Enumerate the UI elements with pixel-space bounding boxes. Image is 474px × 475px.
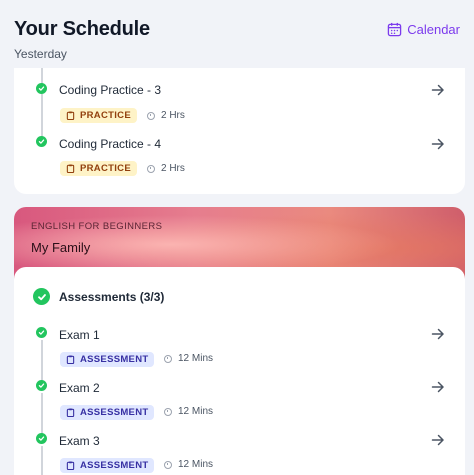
check-icon bbox=[36, 83, 47, 94]
duration-value: 12 Mins bbox=[178, 406, 214, 417]
clipboard-icon bbox=[66, 111, 75, 120]
assessment-badge: ASSESSMENT bbox=[60, 458, 155, 473]
page-title: Your Schedule bbox=[14, 17, 150, 40]
timeline-line bbox=[41, 446, 43, 475]
timeline-line bbox=[41, 393, 43, 435]
clock-icon bbox=[147, 164, 155, 173]
clipboard-icon bbox=[66, 461, 75, 470]
badge-label: ASSESSMENT bbox=[80, 354, 149, 365]
practice-badge: PRACTICE bbox=[60, 161, 137, 176]
clock-icon bbox=[164, 407, 172, 416]
practice-card: Coding Practice - 3 PRACTICE 2 Hrs Codin… bbox=[14, 68, 465, 194]
arrow-right-icon[interactable] bbox=[431, 380, 445, 394]
lesson-title: My Family bbox=[31, 240, 91, 255]
clock-icon bbox=[164, 354, 172, 363]
assessment-badge: ASSESSMENT bbox=[60, 352, 155, 367]
arrow-right-icon[interactable] bbox=[431, 137, 445, 151]
clipboard-icon bbox=[66, 164, 75, 173]
badge-label: PRACTICE bbox=[80, 110, 131, 121]
check-icon bbox=[33, 288, 50, 305]
duration: 2 Hrs bbox=[147, 110, 185, 121]
duration: 12 Mins bbox=[164, 353, 213, 364]
item-title: Coding Practice - 4 bbox=[59, 137, 162, 151]
clock-icon bbox=[164, 460, 172, 469]
duration: 12 Mins bbox=[164, 459, 213, 470]
item-title: Exam 1 bbox=[59, 328, 100, 342]
header: Your Schedule Calendar bbox=[14, 14, 460, 44]
day-label: Yesterday bbox=[14, 47, 67, 61]
calendar-link[interactable]: Calendar bbox=[387, 22, 460, 37]
course-card: ENGLISH FOR BEGINNERS My Family Assessme… bbox=[14, 207, 465, 475]
practice-badge: PRACTICE bbox=[60, 108, 137, 123]
item-title: Exam 2 bbox=[59, 381, 100, 395]
calendar-icon bbox=[387, 22, 402, 36]
duration-value: 2 Hrs bbox=[161, 163, 185, 174]
arrow-right-icon[interactable] bbox=[431, 83, 445, 97]
badge-label: ASSESSMENT bbox=[80, 407, 149, 418]
duration-value: 12 Mins bbox=[178, 353, 214, 364]
timeline-line bbox=[41, 340, 43, 382]
item-title: Coding Practice - 3 bbox=[59, 83, 162, 97]
badge-label: PRACTICE bbox=[80, 163, 131, 174]
duration: 12 Mins bbox=[164, 406, 213, 417]
check-icon bbox=[36, 380, 47, 391]
timeline-line bbox=[41, 94, 43, 142]
badge-label: ASSESSMENT bbox=[80, 460, 149, 471]
assessments-panel: Assessments (3/3) Exam 1 ASSESSMENT 12 M… bbox=[14, 267, 465, 475]
assessment-badge: ASSESSMENT bbox=[60, 405, 155, 420]
clipboard-icon bbox=[66, 355, 75, 364]
arrow-right-icon[interactable] bbox=[431, 327, 445, 341]
duration: 2 Hrs bbox=[147, 163, 185, 174]
check-icon bbox=[36, 327, 47, 338]
duration-value: 12 Mins bbox=[178, 459, 214, 470]
clock-icon bbox=[147, 111, 155, 120]
check-icon bbox=[36, 136, 47, 147]
course-name: ENGLISH FOR BEGINNERS bbox=[31, 221, 163, 232]
duration-value: 2 Hrs bbox=[161, 110, 185, 121]
check-icon bbox=[36, 433, 47, 444]
calendar-label: Calendar bbox=[407, 21, 460, 37]
assessments-title: Assessments (3/3) bbox=[59, 290, 165, 304]
arrow-right-icon[interactable] bbox=[431, 433, 445, 447]
item-title: Exam 3 bbox=[59, 434, 100, 448]
clipboard-icon bbox=[66, 408, 75, 417]
